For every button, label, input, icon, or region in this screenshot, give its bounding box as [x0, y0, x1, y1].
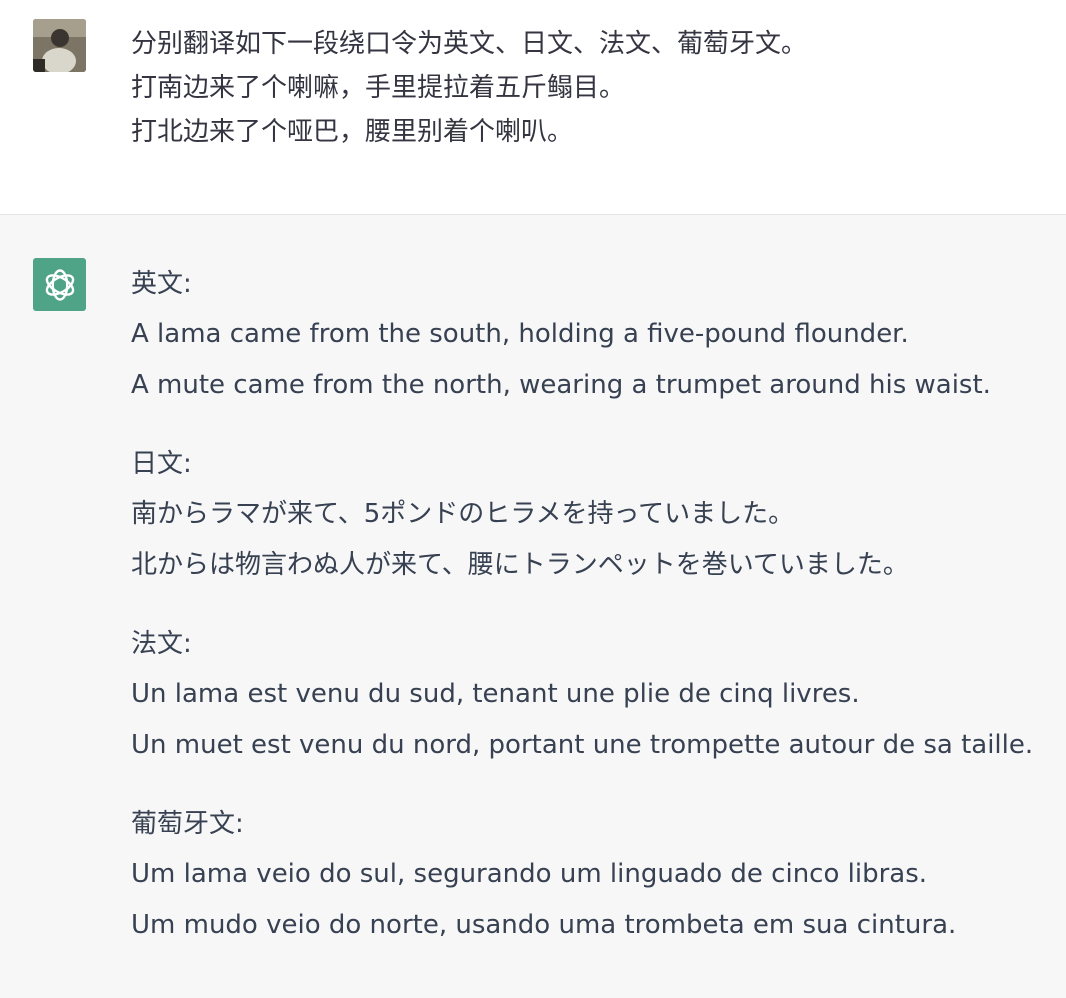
assistant-message-text: 英文: A lama came from the south, holding … [131, 262, 1051, 982]
translation-line: A mute came from the north, wearing a tr… [131, 370, 991, 400]
user-message-turn: 分别翻译如下一段绕口令为英文、日文、法文、葡萄牙文。 打南边来了个喇嘛，手里提拉… [0, 0, 1066, 215]
translation-line: Um mudo veio do norte, usando uma trombe… [131, 910, 957, 940]
section-title: 日文: [131, 449, 192, 479]
openai-logo-icon [45, 268, 74, 301]
section-title: 英文: [131, 269, 192, 299]
translation-section-french: 法文: Un lama est venu du sud, tenant une … [131, 622, 1051, 767]
assistant-message-turn: 英文: A lama came from the south, holding … [0, 215, 1066, 998]
user-message-line: 分别翻译如下一段绕口令为英文、日文、法文、葡萄牙文。 [131, 29, 808, 59]
translation-line: Un lama est venu du sud, tenant une plie… [131, 679, 860, 709]
user-photo-avatar [33, 19, 86, 72]
user-message-line: 打北边来了个哑巴，腰里别着个喇叭。 [131, 117, 574, 147]
assistant-avatar [33, 258, 86, 311]
translation-section-portuguese: 葡萄牙文: Um lama veio do sul, segurando um … [131, 802, 1051, 947]
section-title: 法文: [131, 629, 192, 659]
user-message-line: 打南边来了个喇嘛，手里提拉着五斤鳎目。 [131, 73, 626, 103]
translation-line: Um lama veio do sul, segurando um lingua… [131, 859, 928, 889]
translation-line: A lama came from the south, holding a fi… [131, 319, 909, 349]
section-title: 葡萄牙文: [131, 809, 244, 839]
translation-line: 南からラマが来て、5ポンドのヒラメを持っていました。 [131, 499, 795, 529]
translation-section-japanese: 日文: 南からラマが来て、5ポンドのヒラメを持っていました。 北からは物言わぬ人… [131, 442, 1051, 587]
user-avatar [33, 19, 86, 72]
translation-line: 北からは物言わぬ人が来て、腰にトランペットを巻いていました。 [131, 550, 909, 580]
translation-line: Un muet est venu du nord, portant une tr… [131, 730, 1034, 760]
translation-section-english: 英文: A lama came from the south, holding … [131, 262, 1051, 407]
user-message-text: 分别翻译如下一段绕口令为英文、日文、法文、葡萄牙文。 打南边来了个喇嘛，手里提拉… [131, 22, 1051, 154]
